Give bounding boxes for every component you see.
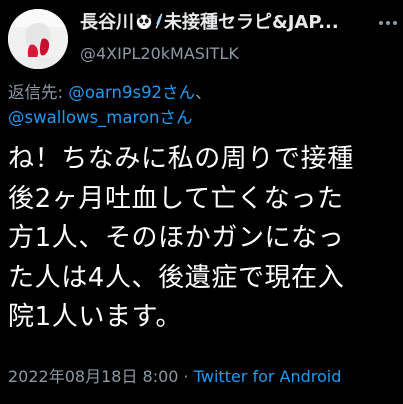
tweet-card: 長谷川 未接種セラピ&JAP... @4XIPL20kMASITLK 返信先: … <box>0 0 403 404</box>
display-name-suffix: 未接種セラピ&JAP... <box>164 12 339 33</box>
display-name-prefix: 長谷川 <box>80 12 134 33</box>
reply-mention-link[interactable]: @swallows_maronさん <box>8 108 192 127</box>
reply-mention-link[interactable]: @oarn9s92さん <box>68 83 195 102</box>
tweet-text: ね！ちなみに私の周りで接種 後2ヶ月吐血して亡くなった 方1人、そのほかガンにな… <box>8 144 354 332</box>
meta-separator: · <box>178 367 194 386</box>
tweet-meta: 2022年08月18日 8:00 · Twitter for Android <box>8 366 341 388</box>
tweet-timestamp[interactable]: 2022年08月18日 8:00 <box>8 367 178 386</box>
reply-to-prefix: 返信先: <box>8 83 69 102</box>
panda-icon <box>135 12 153 30</box>
avatar-photo-icon <box>8 9 68 69</box>
reply-separator: 、 <box>195 83 212 102</box>
display-name[interactable]: 長谷川 未接種セラピ&JAP... <box>80 10 370 36</box>
reply-to-line: 返信先: @oarn9s92さん、 @swallows_maronさん <box>8 80 398 130</box>
syringe-icon <box>155 13 163 29</box>
user-handle[interactable]: @4XIPL20kMASITLK <box>80 43 239 65</box>
tweet-source-link[interactable]: Twitter for Android <box>194 367 342 386</box>
avatar[interactable] <box>8 9 68 69</box>
more-options-icon[interactable] <box>378 16 398 30</box>
